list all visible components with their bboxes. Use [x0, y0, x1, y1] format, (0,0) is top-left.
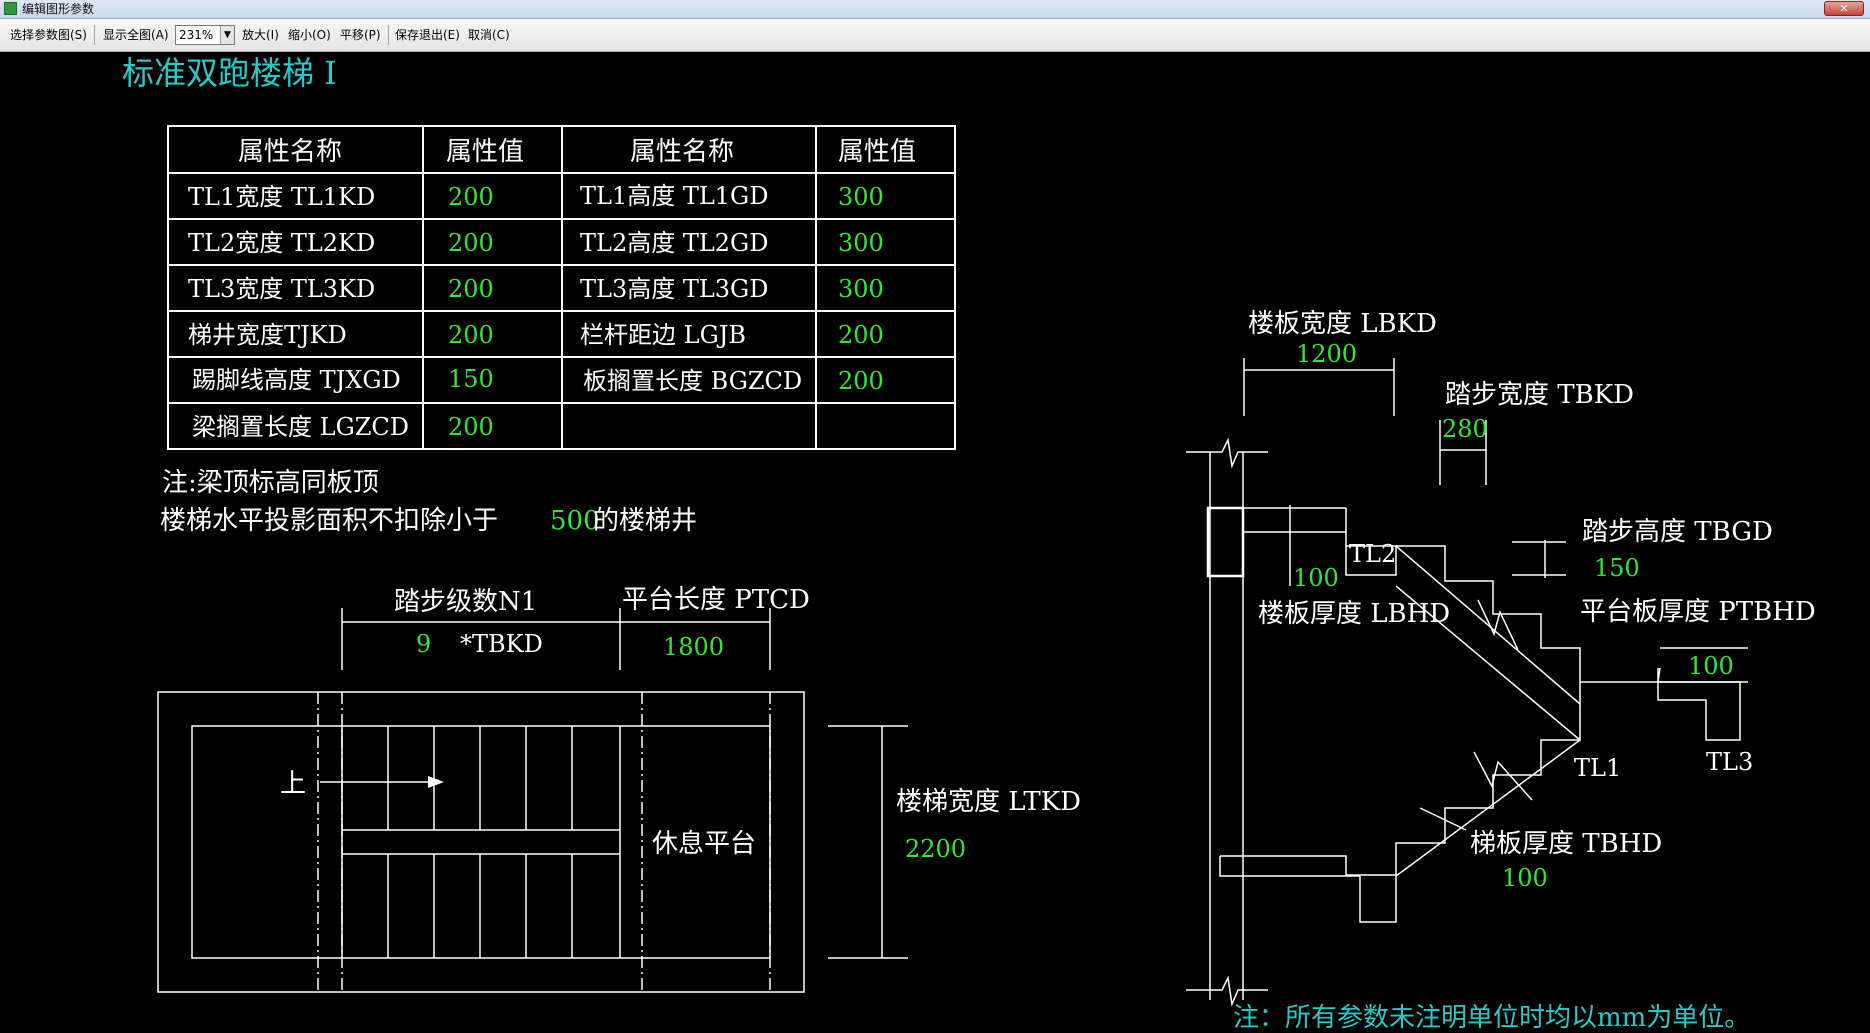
tl1-label: TL1	[1574, 754, 1621, 782]
table-cell-value[interactable]: 200	[838, 367, 884, 395]
zoom-out-button[interactable]: 缩小(O)	[288, 26, 331, 44]
up-label: 上	[280, 769, 306, 799]
table-cell-name: TL1宽度 TL1KD	[188, 183, 375, 211]
table-cell-value[interactable]: 200	[838, 321, 884, 349]
stair-section-view	[1186, 358, 1748, 1007]
platform-thickness-label: 平台板厚度 PTBHD	[1580, 597, 1816, 627]
tread-width-value[interactable]: 280	[1442, 415, 1488, 443]
slab-thickness-label: 楼板厚度 LBHD	[1258, 599, 1450, 629]
cancel-button[interactable]: 取消(C)	[468, 26, 510, 44]
table-cell-value[interactable]: 150	[448, 365, 494, 393]
footer-unit-note: 注：所有参数未注明单位时均以mm为单位。	[1233, 1003, 1750, 1029]
steps-label: 踏步级数N1	[394, 587, 537, 617]
platform-thickness-value[interactable]: 100	[1688, 652, 1734, 680]
stair-thickness-value[interactable]: 100	[1502, 864, 1548, 892]
close-button[interactable]: ✕	[1824, 1, 1864, 16]
zoom-value: 231%	[179, 28, 214, 42]
table-header-name-2: 属性名称	[630, 137, 734, 167]
table-cell-name: TL3宽度 TL3KD	[188, 275, 375, 303]
table-cell-value[interactable]: 300	[838, 275, 884, 303]
app-icon	[4, 2, 17, 15]
table-cell-name: TL3高度 TL3GD	[580, 275, 768, 303]
table-cell-name: 梁搁置长度 LGZCD	[192, 413, 409, 441]
show-all-button[interactable]: 显示全图(A)	[103, 26, 169, 44]
slab-thickness-value[interactable]: 100	[1293, 564, 1339, 592]
stair-width-value[interactable]: 2200	[905, 835, 966, 863]
table-cell-name: 踢脚线高度 TJXGD	[192, 366, 401, 394]
table-cell-value[interactable]: 200	[448, 229, 494, 257]
riser-height-label: 踏步高度 TBGD	[1582, 517, 1773, 547]
table-cell-name: TL1高度 TL1GD	[580, 182, 768, 210]
rest-platform-label: 休息平台	[652, 829, 756, 859]
table-cell-name: 梯井宽度TJKD	[188, 321, 347, 349]
stair-width-label: 楼梯宽度 LTKD	[896, 787, 1081, 817]
zoom-in-button[interactable]: 放大(I)	[242, 26, 279, 44]
chevron-down-icon[interactable]: ▼	[220, 26, 234, 44]
table-header-value-1: 属性值	[446, 137, 524, 167]
tl3-label: TL3	[1706, 748, 1753, 776]
platform-length-value[interactable]: 1800	[663, 633, 724, 661]
drawing-title: 标准双跑楼梯 I	[122, 54, 337, 92]
table-cell-name: TL2高度 TL2GD	[580, 229, 768, 257]
steps-unit: *TBKD	[460, 630, 543, 658]
riser-height-value[interactable]: 150	[1594, 554, 1640, 582]
table-cell-name: 栏杆距边 LGJB	[580, 321, 746, 349]
note-projection-prefix: 楼梯水平投影面积不扣除小于	[160, 506, 498, 536]
stair-plan-view	[157, 608, 908, 993]
zoom-select[interactable]: 231% ▼	[175, 25, 235, 45]
save-exit-button[interactable]: 保存退出(E)	[395, 26, 460, 44]
table-cell-value[interactable]: 200	[448, 183, 494, 211]
table-cell-name: 板搁置长度 BGZCD	[583, 367, 802, 395]
table-cell-value[interactable]: 300	[838, 183, 884, 211]
window-title: 编辑图形参数	[22, 2, 95, 16]
pan-button[interactable]: 平移(P)	[340, 26, 381, 44]
steps-value[interactable]: 9	[416, 630, 431, 658]
window-titlebar: 编辑图形参数 ✕	[0, 0, 1870, 19]
table-cell-value[interactable]: 200	[448, 275, 494, 303]
drawing-canvas[interactable]: 标准双跑楼梯 I 属性名称 属性值 属性名称 属性值 TL1宽度 TL1KD T…	[0, 52, 1870, 1033]
tread-width-label: 踏步宽度 TBKD	[1445, 380, 1634, 410]
platform-length-label: 平台长度 PTCD	[622, 585, 810, 615]
select-params-button[interactable]: 选择参数图(S)	[10, 26, 87, 44]
table-cell-value[interactable]: 300	[838, 229, 884, 257]
table-cell-name: TL2宽度 TL2KD	[188, 229, 375, 257]
table-cell-value[interactable]: 200	[448, 321, 494, 349]
stair-thickness-label: 梯板厚度 TBHD	[1470, 829, 1662, 859]
table-header-name-1: 属性名称	[238, 137, 342, 167]
table-header-value-2: 属性值	[838, 137, 916, 167]
arrow-up-direction-icon	[428, 776, 444, 788]
toolbar-separator	[388, 25, 389, 45]
slab-width-value[interactable]: 1200	[1296, 340, 1357, 368]
table-cell-value[interactable]: 200	[448, 413, 494, 441]
toolbar: 选择参数图(S) 显示全图(A) 231% ▼ 放大(I) 缩小(O) 平移(P…	[0, 19, 1870, 52]
slab-width-label: 楼板宽度 LBKD	[1248, 309, 1437, 339]
note-beam-top: 注:梁顶标高同板顶	[162, 468, 379, 498]
note-projection-suffix: 的楼梯井	[593, 506, 697, 536]
toolbar-separator	[94, 25, 95, 45]
tl2-label: TL2	[1349, 540, 1396, 568]
